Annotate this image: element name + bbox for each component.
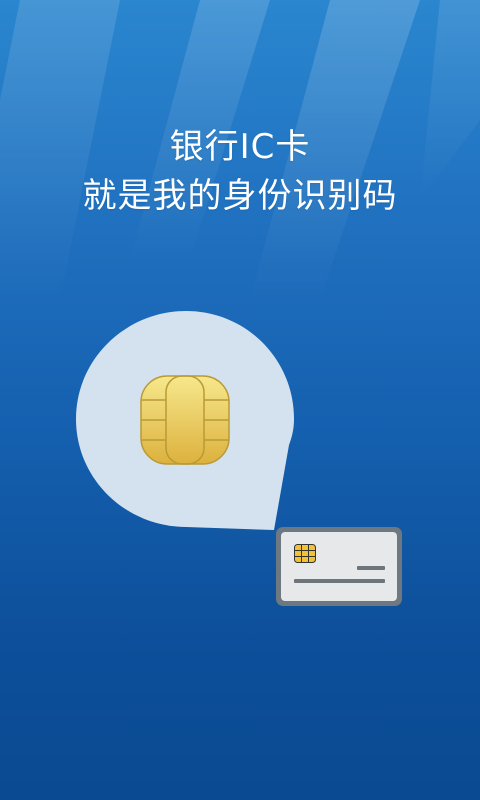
card-number-stripe-long <box>294 579 385 583</box>
card-face <box>281 532 397 601</box>
headline-subtitle: 就是我的身份识别码 <box>82 176 398 216</box>
splash-screen[interactable]: 银行IC卡 就是我的身份识别码 <box>0 0 480 800</box>
card-number-stripe-short <box>357 566 385 570</box>
bank-card-icon <box>276 527 402 606</box>
ic-chip-icon <box>140 375 230 465</box>
headline-title: 银行IC卡 <box>169 127 311 167</box>
card-chip-icon <box>294 544 316 563</box>
chip-callout-bubble <box>76 311 294 530</box>
